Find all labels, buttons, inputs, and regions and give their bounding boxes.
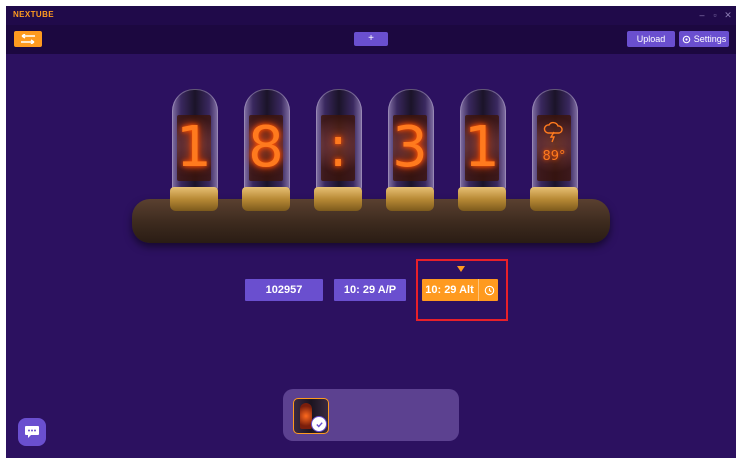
nixie-tube-2: 8 xyxy=(240,89,292,211)
nixie-tube-4: 3 xyxy=(384,89,436,211)
weather-display: 89° xyxy=(532,119,576,165)
tube-digit: 1 xyxy=(464,115,500,180)
minimize-icon[interactable]: – xyxy=(696,9,708,21)
tube-cap xyxy=(386,187,434,211)
highlight-annotation-box xyxy=(416,259,508,321)
back-button[interactable] xyxy=(14,31,42,47)
toolbar: + Upload Settings xyxy=(6,25,736,54)
tube-digit: 8 xyxy=(248,115,284,180)
settings-label: Settings xyxy=(693,34,727,44)
nixie-tube-3: : xyxy=(312,89,364,211)
app-window: NEXTUBE – ▫ ✕ + Upload Settings 1 8: 3 … xyxy=(6,6,736,458)
mode-ampm-button[interactable]: 10: 29 A/P xyxy=(334,279,406,301)
chat-bubble-icon xyxy=(25,426,39,438)
tube-cap xyxy=(458,187,506,211)
theme-panel xyxy=(283,389,459,441)
gear-icon xyxy=(682,35,691,43)
add-button[interactable]: + xyxy=(354,32,388,46)
tube-cap xyxy=(314,187,362,211)
tube-digit: 3 xyxy=(392,115,428,180)
nixie-clock-preview: 1 8 : 3 1 89° xyxy=(126,84,616,249)
restore-icon[interactable]: ▫ xyxy=(709,9,721,21)
tube-cap xyxy=(242,187,290,211)
settings-button[interactable]: Settings xyxy=(679,31,729,47)
mode-countdown-button[interactable]: 102957 xyxy=(245,279,323,301)
tube-digit: 1 xyxy=(176,115,212,180)
check-icon xyxy=(311,416,327,432)
theme-thumbnail[interactable] xyxy=(293,398,329,434)
weather-temperature: 89° xyxy=(542,149,566,164)
tube-colon: : xyxy=(328,115,348,180)
chat-button[interactable] xyxy=(18,418,46,446)
app-title: NEXTUBE xyxy=(13,10,55,19)
nixie-tube-weather: 89° xyxy=(528,89,580,211)
close-icon[interactable]: ✕ xyxy=(722,9,734,21)
tube-cap xyxy=(170,187,218,211)
title-bar: NEXTUBE – ▫ ✕ xyxy=(6,6,736,25)
swap-arrows-icon xyxy=(21,34,35,44)
thunderstorm-cloud-icon xyxy=(532,119,576,149)
upload-button[interactable]: Upload xyxy=(627,31,675,47)
nixie-tube-1: 1 xyxy=(168,89,220,211)
nixie-tube-5: 1 xyxy=(456,89,508,211)
tube-cap xyxy=(530,187,578,211)
